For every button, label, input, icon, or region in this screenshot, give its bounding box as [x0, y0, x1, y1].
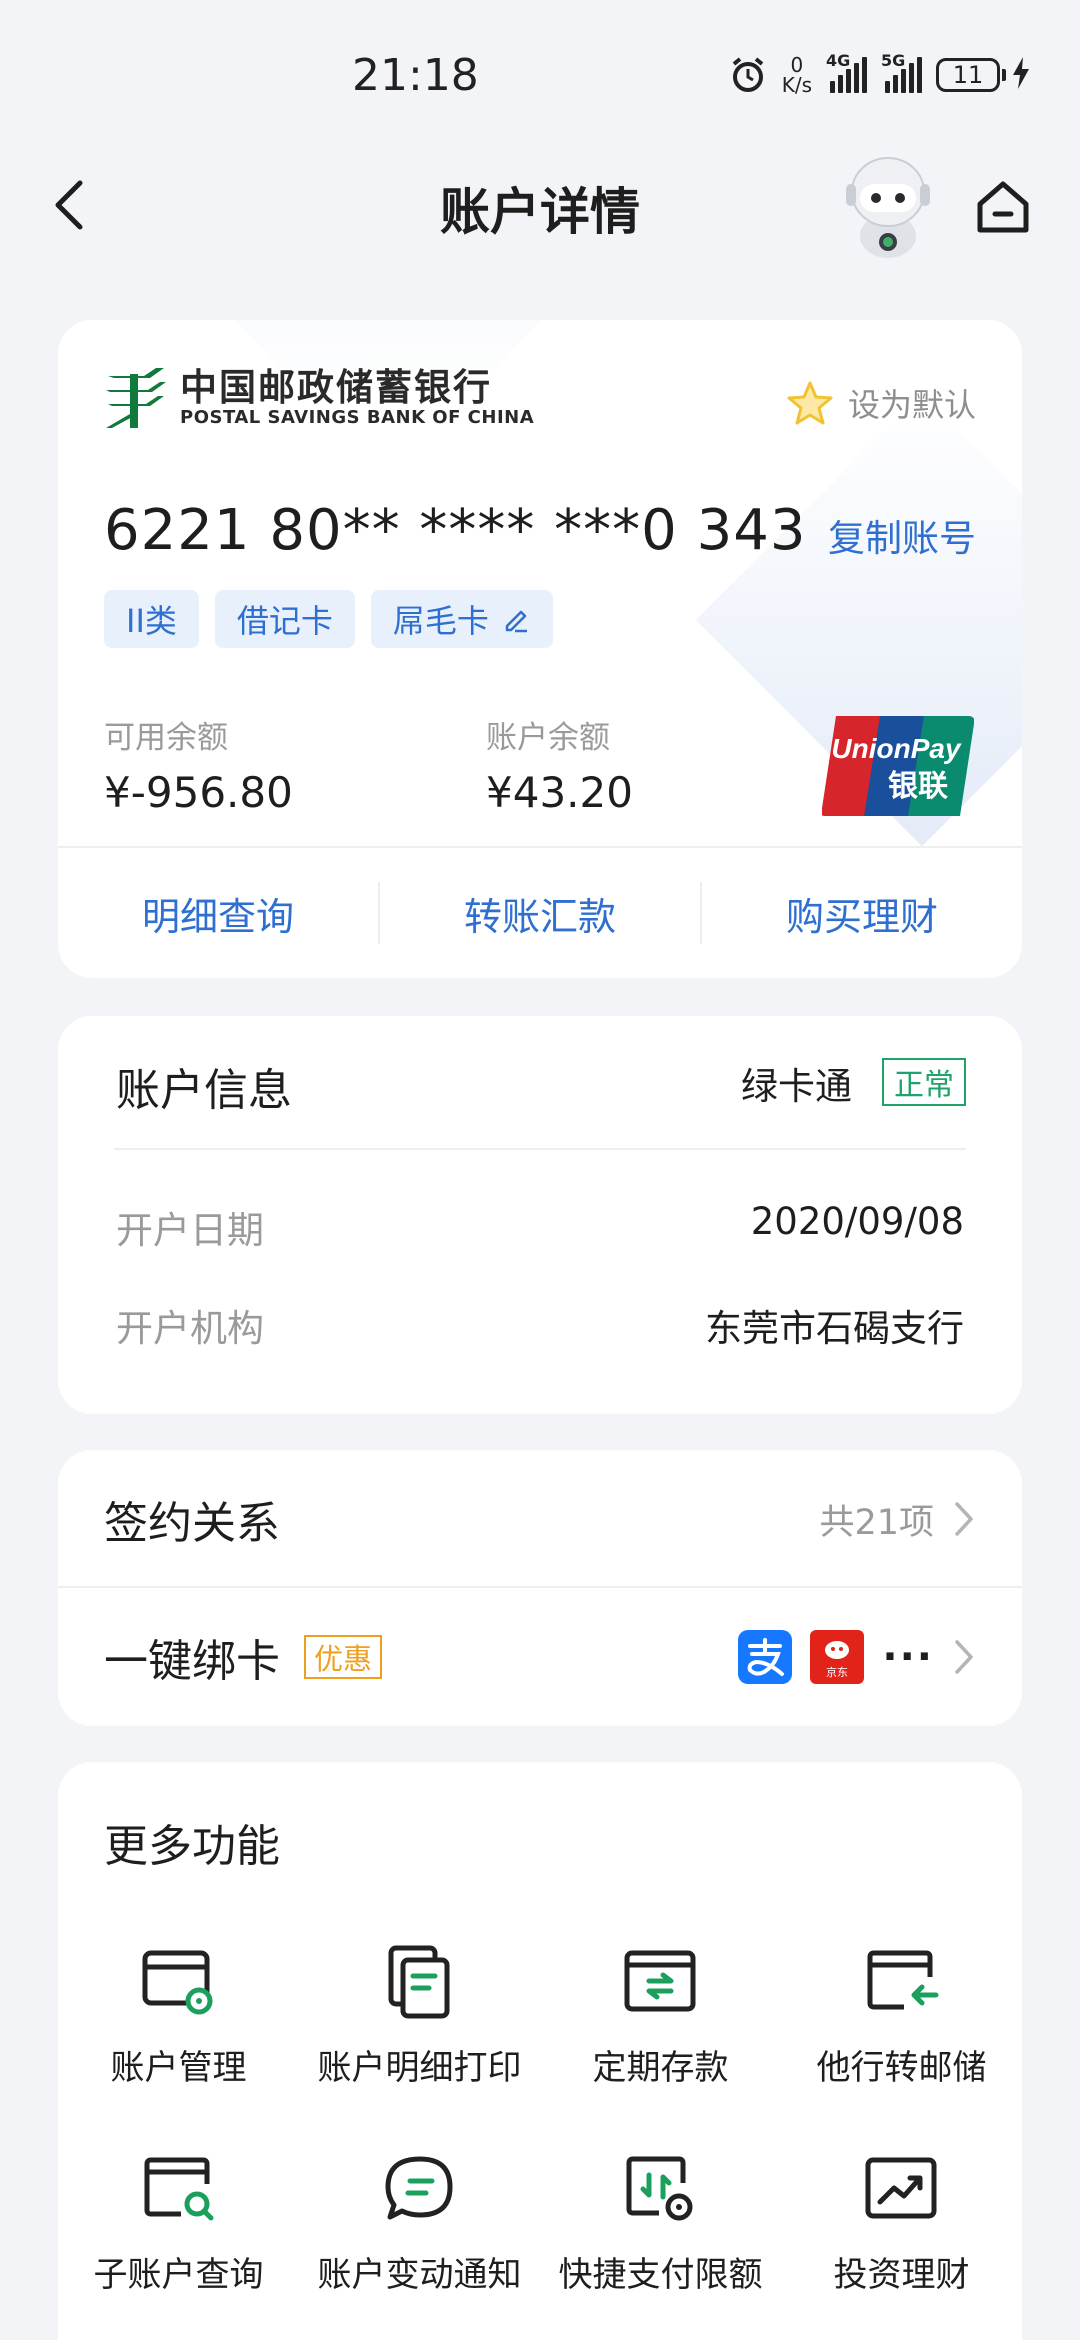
card-actions: 明细查询 转账汇款 购买理财 [58, 848, 1022, 978]
jd-label: 京东 [826, 1665, 848, 1679]
card-tags: II类 借记卡 屌毛卡 [104, 590, 553, 648]
tag-class: II类 [104, 590, 199, 648]
tag-nickname-label: 屌毛卡 [392, 602, 489, 640]
more-functions-card: 更多功能 账户管理 账户明细打印 定期存款 他行转邮储 子账户查询 账户变动通知… [58, 1762, 1022, 2340]
transfer-button[interactable]: 转账汇款 [380, 886, 700, 941]
battery-level: 11 [936, 58, 1000, 92]
promo-badge: 优惠 [304, 1635, 383, 1679]
account-balance-label: 账户余额 [486, 720, 610, 756]
sign-count: 共21项 [819, 1502, 934, 1543]
star-icon [787, 381, 833, 425]
function-label: 账户明细打印 [317, 2048, 522, 2088]
set-default-button[interactable]: 设为默认 [786, 380, 976, 426]
function-investment[interactable]: 投资理财 [781, 2149, 1022, 2296]
status-bar: 21:18 0 K/s 4G 5G 11 [0, 0, 1080, 150]
quick-pay-limit-icon [621, 2149, 701, 2229]
unionpay-text: UnionPay [831, 733, 962, 764]
tag-debit-label: 借记卡 [236, 602, 333, 640]
account-number: 6221 80** **** ***0 343 [104, 498, 807, 563]
net-speed-value: 0 [790, 53, 804, 77]
function-label: 定期存款 [592, 2048, 729, 2088]
sign-relation-row[interactable]: 签约关系 共21项 [58, 1450, 1022, 1588]
function-account-manage[interactable]: 账户管理 [58, 1942, 299, 2089]
signal-5g-label: 5G [881, 51, 906, 70]
bank-name-en: POSTAL SAVINGS BANK OF CHINA [180, 407, 535, 428]
signal-5g-icon: 5G [881, 51, 922, 93]
available-balance-label: 可用余额 [104, 720, 228, 756]
alarm-icon [728, 55, 768, 95]
more-icon: ··· [882, 1634, 934, 1680]
bind-card-row[interactable]: 一键绑卡 优惠 京东 ··· [58, 1588, 1022, 1726]
sub-account-search-icon [139, 2149, 219, 2229]
open-date-value: 2020/09/08 [750, 1200, 964, 1243]
bank-name-cn: 中国邮政储蓄银行 [180, 366, 492, 409]
tag-debit: 借记卡 [214, 590, 355, 648]
status-time: 21:18 [352, 50, 479, 101]
function-fixed-deposit[interactable]: 定期存款 [540, 1942, 781, 2089]
function-statement-print[interactable]: 账户明细打印 [299, 1942, 540, 2089]
tag-nickname[interactable]: 屌毛卡 [370, 590, 553, 648]
psbc-logo-icon [106, 368, 166, 428]
account-manage-icon [139, 1942, 219, 2022]
home-icon [977, 181, 1029, 233]
account-info-title: 账户信息 [116, 1065, 292, 1116]
status-badge: 正常 [882, 1058, 966, 1106]
investment-icon [862, 2149, 942, 2229]
more-functions-title: 更多功能 [104, 1821, 280, 1872]
signal-4g-icon: 4G [826, 51, 867, 93]
available-balance-value: ¥-956.80 [104, 768, 293, 817]
net-speed-unit: K/s [781, 73, 812, 97]
function-label: 账户变动通知 [317, 2255, 522, 2295]
charging-icon [1012, 57, 1030, 93]
net-speed: 0 K/s [782, 55, 812, 95]
unionpay-cn-text: 银联 [888, 769, 948, 804]
function-change-notice[interactable]: 账户变动通知 [299, 2149, 540, 2296]
jd-icon: 京东 [810, 1630, 865, 1684]
chevron-right-icon [955, 1640, 973, 1674]
tag-class-label: II类 [126, 602, 177, 640]
assistant-robot-icon[interactable] [838, 150, 938, 258]
battery-icon: 11 [936, 57, 1030, 93]
function-grid: 账户管理 账户明细打印 定期存款 他行转邮储 子账户查询 账户变动通知 快捷支付… [58, 1942, 1022, 2296]
home-button[interactable] [968, 172, 1038, 242]
function-quick-pay-limit[interactable]: 快捷支付限额 [540, 2149, 781, 2296]
app-header: 账户详情 [0, 150, 1080, 260]
card-type-label: 绿卡通 [741, 1065, 852, 1108]
function-label: 子账户查询 [93, 2255, 264, 2295]
status-icons: 0 K/s 4G 5G 11 [728, 50, 1030, 100]
sign-card: 签约关系 共21项 一键绑卡 优惠 京东 ··· [58, 1450, 1022, 1726]
transfer-in-icon [862, 1942, 942, 2022]
sign-relation-title: 签约关系 [104, 1498, 280, 1549]
change-notice-icon [380, 2149, 460, 2229]
fixed-deposit-icon [621, 1942, 701, 2022]
chevron-right-icon [955, 1502, 973, 1536]
unionpay-logo: UnionPay 银联 [821, 716, 975, 816]
signal-4g-label: 4G [826, 51, 851, 70]
bind-card-title: 一键绑卡 [104, 1636, 280, 1687]
bank-logo: 中国邮政储蓄银行 POSTAL SAVINGS BANK OF CHINA [104, 366, 534, 430]
account-balance-value: ¥43.20 [486, 768, 633, 817]
function-label: 投资理财 [833, 2255, 970, 2295]
statement-print-icon [380, 1942, 460, 2022]
account-info-card: 账户信息 绿卡通 正常 开户日期 2020/09/08 开户机构 东莞市石碣支行 [58, 1016, 1022, 1414]
details-query-button[interactable]: 明细查询 [58, 886, 378, 941]
buy-wealth-button[interactable]: 购买理财 [702, 886, 1022, 941]
edit-icon[interactable] [501, 604, 531, 634]
bank-card: 中国邮政储蓄银行 POSTAL SAVINGS BANK OF CHINA 设为… [58, 320, 1022, 978]
copy-account-button[interactable]: 复制账号 [828, 508, 976, 562]
function-label: 他行转邮储 [816, 2048, 987, 2088]
alipay-icon [738, 1630, 793, 1684]
function-label: 快捷支付限额 [558, 2255, 763, 2295]
set-default-label: 设为默认 [847, 386, 976, 424]
open-date-label: 开户日期 [116, 1209, 264, 1252]
open-branch-label: 开户机构 [116, 1307, 264, 1350]
open-branch-value: 东莞市石碣支行 [705, 1307, 964, 1350]
function-sub-account-search[interactable]: 子账户查询 [58, 2149, 299, 2296]
function-transfer-in[interactable]: 他行转邮储 [781, 1942, 1022, 2089]
function-label: 账户管理 [110, 2048, 247, 2088]
